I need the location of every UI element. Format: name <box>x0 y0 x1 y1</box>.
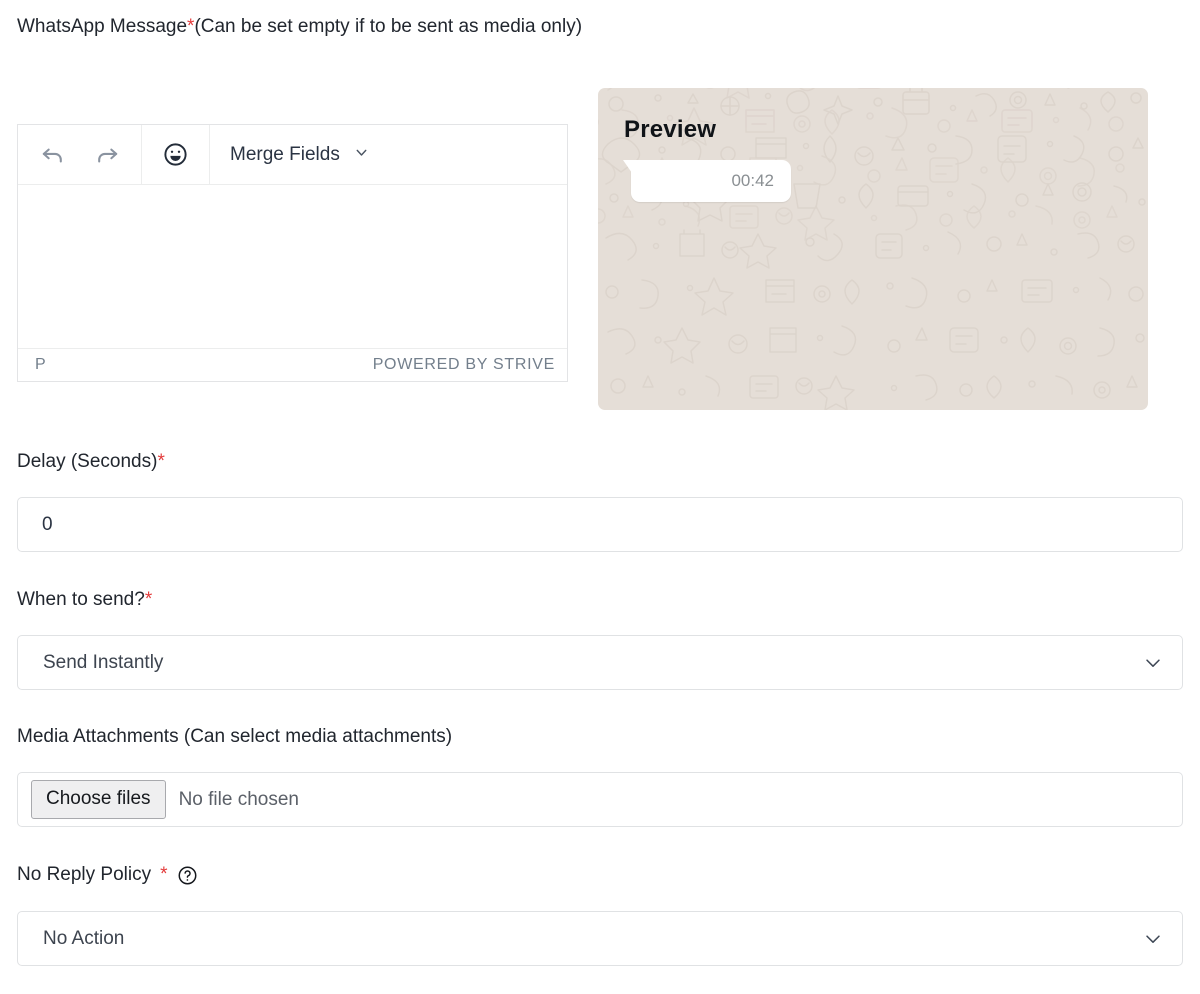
message-editor[interactable]: Merge Fields P POWERED BY STRIVE <box>17 124 568 382</box>
media-attachments-label: Media Attachments (Can select media atta… <box>17 726 452 749</box>
when-to-send-label-text: When to send? <box>17 589 145 610</box>
no-reply-policy-value: No Action <box>43 927 125 949</box>
editor-content-area[interactable] <box>18 185 567 348</box>
whatsapp-message-hint: (Can be set empty if to be sent as media… <box>194 16 583 37</box>
required-asterisk: * <box>144 589 153 610</box>
media-attachments-label-text: Media Attachments (Can select media atta… <box>17 726 453 747</box>
editor-history-group <box>18 125 142 184</box>
delay-label: Delay (Seconds)* <box>17 451 165 474</box>
preview-message-bubble: 00:42 <box>631 160 791 202</box>
when-to-send-select[interactable]: Send Instantly <box>17 635 1183 690</box>
question-mark-circle-icon[interactable] <box>177 865 198 886</box>
whatsapp-message-form: WhatsApp Message * (Can be set empty if to… <box>0 0 1200 994</box>
media-attachments-input[interactable]: Choose files No file chosen <box>17 772 1183 827</box>
no-reply-policy-select[interactable]: No Action <box>17 911 1183 966</box>
editor-toolbar: Merge Fields <box>18 125 567 185</box>
file-chosen-status: No file chosen <box>178 788 299 810</box>
whatsapp-message-label: WhatsApp Message*(Can be set empty if to… <box>17 16 582 39</box>
whatsapp-preview-panel: Preview 00:42 <box>598 88 1148 410</box>
emoji-smiley-icon[interactable] <box>160 139 192 171</box>
preview-bubble-time: 00:42 <box>731 171 774 190</box>
chevron-down-icon <box>1142 636 1164 689</box>
choose-files-button[interactable]: Choose files <box>31 780 166 819</box>
chevron-down-icon <box>353 144 370 166</box>
required-asterisk: * <box>160 864 168 885</box>
whatsapp-message-label-text: WhatsApp Message <box>17 16 188 37</box>
no-reply-policy-label: No Reply Policy * <box>17 864 198 887</box>
merge-fields-label: Merge Fields <box>230 143 340 165</box>
chevron-down-icon <box>1142 912 1164 965</box>
editor-powered-by: POWERED BY STRIVE <box>372 356 555 373</box>
delay-label-text: Delay (Seconds) <box>17 451 158 472</box>
required-asterisk: * <box>157 451 165 472</box>
redo-arrow-icon[interactable] <box>91 139 123 171</box>
editor-emoji-group <box>142 125 210 184</box>
when-to-send-label: When to send?* <box>17 589 152 612</box>
editor-status-bar: P POWERED BY STRIVE <box>18 348 567 381</box>
when-to-send-value: Send Instantly <box>43 651 164 673</box>
editor-status-path: P <box>35 356 46 373</box>
delay-input-value: 0 <box>42 513 53 535</box>
merge-fields-dropdown[interactable]: Merge Fields <box>210 125 567 184</box>
no-reply-policy-label-text: No Reply Policy <box>17 864 152 885</box>
delay-input[interactable]: 0 <box>17 497 1183 552</box>
preview-title: Preview <box>624 116 717 143</box>
undo-arrow-icon[interactable] <box>37 139 69 171</box>
